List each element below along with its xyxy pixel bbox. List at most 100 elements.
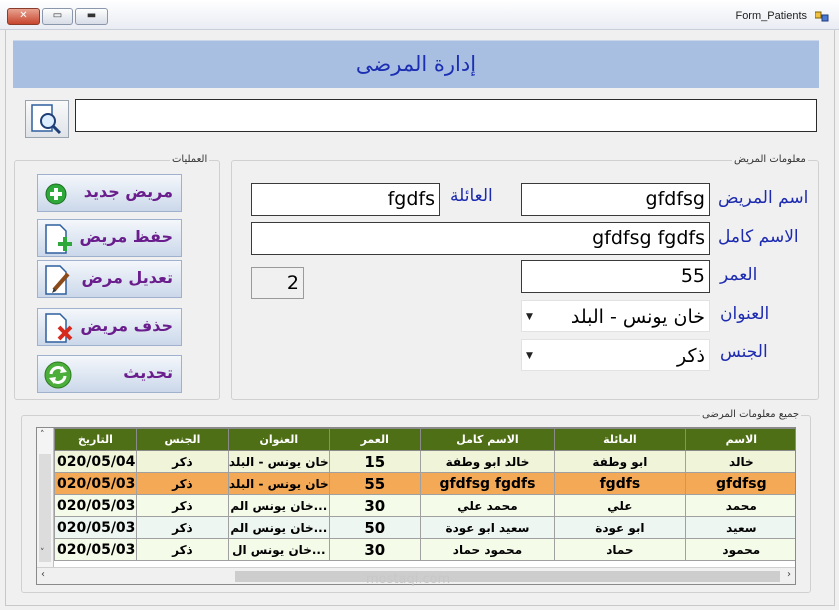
- patients-table: التاريخ الجنس العنوان العمر الاسم كامل ا…: [54, 428, 795, 561]
- cell-fullname[interactable]: سعيد ابو عودة: [419, 516, 556, 539]
- edit-patient-label: تعديل مرض: [81, 268, 173, 287]
- search-document-icon: [31, 104, 62, 135]
- cell-date[interactable]: 020/05/03: [54, 538, 137, 561]
- gender-combo[interactable]: ▼ ذكر: [521, 339, 710, 371]
- scroll-up-icon[interactable]: ˄: [40, 430, 45, 440]
- chevron-down-icon: ▼: [526, 312, 533, 322]
- watermark-text: mostaqi.com: [366, 572, 451, 587]
- cell-address[interactable]: خان يونس - البلد: [227, 472, 330, 495]
- cell-family[interactable]: fgdfs: [554, 472, 686, 495]
- patient-name-label: اسم المريض: [718, 188, 809, 208]
- green-plus-icon: [45, 183, 67, 205]
- cell-age[interactable]: 15: [328, 450, 421, 473]
- new-patient-button[interactable]: مريض جديد: [37, 174, 182, 212]
- save-patient-button[interactable]: حفظ مريض: [37, 219, 182, 257]
- col-header-address[interactable]: العنوان: [227, 428, 330, 451]
- cell-name[interactable]: خالد: [684, 450, 795, 473]
- cell-family[interactable]: ابو وطفة: [554, 450, 686, 473]
- table-header-row: التاريخ الجنس العنوان العمر الاسم كامل ا…: [54, 428, 795, 451]
- vertical-scrollbar[interactable]: ˄ ˅: [37, 428, 54, 584]
- cell-family[interactable]: علي: [554, 494, 686, 517]
- cell-name[interactable]: سعيد: [684, 516, 795, 539]
- new-patient-label: مريض جديد: [83, 182, 173, 201]
- full-name-label: الاسم كامل: [718, 227, 799, 247]
- patient-name-field[interactable]: gfdfsg: [521, 183, 710, 216]
- app-icon: [815, 11, 829, 22]
- scroll-right-icon[interactable]: ›: [787, 569, 791, 580]
- cell-date[interactable]: 020/05/03: [54, 516, 137, 539]
- minimize-button[interactable]: ▬: [75, 8, 108, 25]
- col-header-name[interactable]: الاسم: [684, 428, 795, 451]
- scroll-left-icon[interactable]: ‹: [41, 569, 45, 580]
- edit-patient-button[interactable]: تعديل مرض: [37, 260, 182, 298]
- table-row[interactable]: 020/05/03 ذكر خان يونس الم... 30 محمد عل…: [54, 494, 795, 517]
- patients-grid[interactable]: ˄ ˅ التاريخ الجنس العنوان العمر الاسم كا…: [36, 427, 796, 585]
- cell-fullname[interactable]: محمود حماد: [419, 538, 556, 561]
- cell-fullname[interactable]: gfdfsg fgdfs: [419, 472, 556, 495]
- cell-age[interactable]: 30: [328, 538, 421, 561]
- cell-address[interactable]: خان يونس ال...: [227, 538, 330, 561]
- delete-patient-button[interactable]: حذف مريض: [37, 308, 182, 346]
- operations-group-title: العمليات: [170, 154, 210, 165]
- cell-address[interactable]: خان يونس - البلد: [227, 450, 330, 473]
- cell-age[interactable]: 55: [328, 472, 421, 495]
- col-header-gender[interactable]: الجنس: [135, 428, 229, 451]
- age-field[interactable]: 55: [521, 260, 710, 293]
- cell-name[interactable]: محمد: [684, 494, 795, 517]
- cell-date[interactable]: 020/05/04: [54, 450, 137, 473]
- cell-date[interactable]: 020/05/03: [54, 472, 137, 495]
- patient-info-group-title: معلومات المريض: [732, 154, 808, 165]
- close-button[interactable]: ✕: [7, 8, 40, 25]
- cell-fullname[interactable]: خالد ابو وطفة: [419, 450, 556, 473]
- cell-gender[interactable]: ذكر: [135, 494, 229, 517]
- cell-fullname[interactable]: محمد علي: [419, 494, 556, 517]
- cell-gender[interactable]: ذكر: [135, 472, 229, 495]
- age-label: العمر: [720, 265, 758, 285]
- cell-date[interactable]: 020/05/03: [54, 494, 137, 517]
- search-button[interactable]: [25, 100, 69, 138]
- scroll-down-icon[interactable]: ˅: [40, 548, 45, 558]
- col-header-age[interactable]: العمر: [328, 428, 421, 451]
- cell-address[interactable]: خان يونس الم...: [227, 516, 330, 539]
- page-title: إدارة المرضى: [355, 52, 477, 76]
- delete-patient-label: حذف مريض: [80, 316, 173, 335]
- cell-gender[interactable]: ذكر: [135, 516, 229, 539]
- horizontal-scroll-thumb[interactable]: [235, 571, 780, 582]
- title-bar: ✕ ▭ ▬ Form_Patients: [0, 0, 839, 30]
- family-label: العائلة: [450, 186, 493, 206]
- document-delete-icon: [45, 313, 73, 343]
- cell-name[interactable]: gfdfsg: [684, 472, 795, 495]
- cell-family[interactable]: حماد: [554, 538, 686, 561]
- refresh-label: تحديث: [123, 363, 173, 382]
- cell-age[interactable]: 50: [328, 516, 421, 539]
- cell-gender[interactable]: ذكر: [135, 538, 229, 561]
- gender-label: الجنس: [720, 342, 768, 362]
- col-header-fullname[interactable]: الاسم كامل: [419, 428, 556, 451]
- refresh-button[interactable]: تحديث: [37, 355, 182, 393]
- table-row[interactable]: 020/05/03 ذكر خان يونس الم... 50 سعيد اب…: [54, 516, 795, 539]
- cell-name[interactable]: محمود: [684, 538, 795, 561]
- table-row-selected[interactable]: 020/05/03 ذكر خان يونس - البلد 55 gfdfsg…: [54, 472, 795, 495]
- window-title: Form_Patients: [735, 10, 807, 22]
- save-patient-label: حفظ مريض: [79, 227, 173, 246]
- table-row[interactable]: 020/05/04 ذكر خان يونس - البلد 15 خالد ا…: [54, 450, 795, 473]
- patient-id-field: 2: [251, 267, 304, 299]
- cell-age[interactable]: 30: [328, 494, 421, 517]
- address-combo[interactable]: ▼ خان يونس - البلد: [521, 300, 710, 332]
- col-header-family[interactable]: العائلة: [554, 428, 686, 451]
- table-row[interactable]: 020/05/03 ذكر خان يونس ال... 30 محمود حم…: [54, 538, 795, 561]
- address-label: العنوان: [720, 304, 770, 324]
- vertical-scroll-thumb[interactable]: [39, 454, 51, 562]
- all-patients-group-title: جميع معلومات المرضى: [700, 409, 802, 420]
- search-input[interactable]: [75, 99, 817, 132]
- cell-gender[interactable]: ذكر: [135, 450, 229, 473]
- cell-address[interactable]: خان يونس الم...: [227, 494, 330, 517]
- maximize-button[interactable]: ▭: [42, 8, 73, 25]
- address-value: خان يونس - البلد: [570, 306, 705, 328]
- document-edit-icon: [45, 265, 70, 295]
- document-add-icon: [45, 224, 72, 254]
- cell-family[interactable]: ابو عودة: [554, 516, 686, 539]
- col-header-date[interactable]: التاريخ: [54, 428, 137, 451]
- full-name-field[interactable]: gfdfsg fgdfs: [251, 222, 710, 255]
- family-field[interactable]: fgdfs: [251, 183, 440, 216]
